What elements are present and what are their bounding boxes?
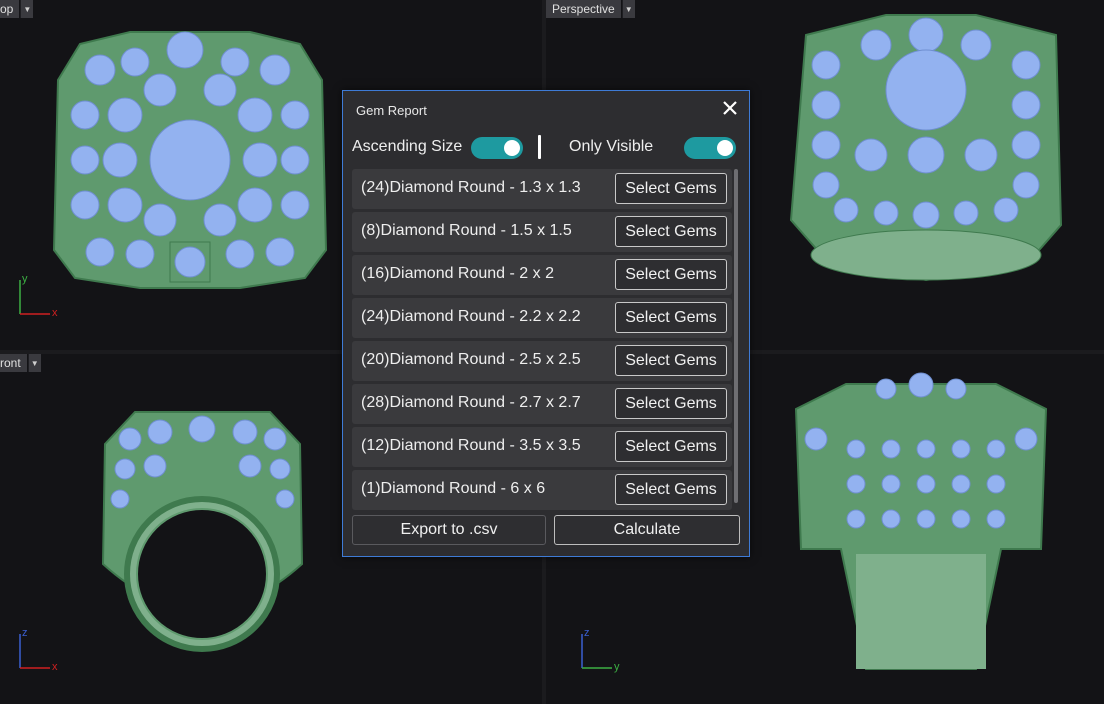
gem-row: (1)Diamond Round - 6 x 6 Select Gems (352, 470, 732, 510)
gem-label: (24)Diamond Round - 1.3 x 1.3 (361, 179, 581, 196)
viewport-title: op (0, 0, 20, 18)
only-visible-label: Only Visible (569, 138, 654, 155)
dialog-title: Gem Report (356, 103, 427, 118)
gem-label: (28)Diamond Round - 2.7 x 2.7 (361, 394, 581, 411)
select-gems-button[interactable]: Select Gems (615, 474, 727, 505)
viewport-title: ront (0, 354, 27, 372)
ring-perspective-view (789, 14, 1063, 282)
gem-row: (24)Diamond Round - 2.2 x 2.2 Select Gems (352, 298, 732, 338)
toggle-knob (504, 140, 520, 156)
gem-list[interactable]: (24)Diamond Round - 1.3 x 1.3 Select Gems… (352, 169, 733, 510)
export-csv-button[interactable]: Export to .csv (352, 515, 546, 545)
select-gems-button[interactable]: Select Gems (615, 259, 727, 290)
select-gems-button[interactable]: Select Gems (615, 431, 727, 462)
chevron-down-icon[interactable]: ▼ (27, 354, 41, 372)
axis-y-label: y (614, 661, 620, 673)
gem-row: (12)Diamond Round - 3.5 x 3.5 Select Gems (352, 427, 732, 467)
viewport-tab-top[interactable]: op ▼ (0, 0, 34, 18)
gem-report-dialog: Gem Report Ascending Size Only Visible (… (342, 90, 750, 557)
axis-z-label: z (22, 627, 28, 639)
gem-row: (20)Diamond Round - 2.5 x 2.5 Select Gems (352, 341, 732, 381)
ascending-size-label: Ascending Size (352, 138, 463, 155)
axis-y-label: y (22, 273, 28, 285)
axis-x-label: x (52, 307, 58, 319)
dialog-header[interactable]: Gem Report (343, 91, 749, 127)
viewport-tab-perspective[interactable]: Perspective ▼ (546, 0, 635, 18)
gem-label: (1)Diamond Round - 6 x 6 (361, 480, 546, 497)
gem-row: (24)Diamond Round - 1.3 x 1.3 Select Gems (352, 169, 732, 209)
gem-label: (24)Diamond Round - 2.2 x 2.2 (361, 308, 581, 325)
axis-triad: z y (581, 627, 620, 673)
axis-triad: z x (19, 627, 58, 673)
select-gems-button[interactable]: Select Gems (615, 216, 727, 247)
select-gems-button[interactable]: Select Gems (615, 388, 727, 419)
viewport-tab-front[interactable]: ront ▼ (0, 354, 41, 372)
gem-list-scrollbar[interactable] (734, 169, 738, 503)
gem-row: (16)Diamond Round - 2 x 2 Select Gems (352, 255, 732, 295)
toggle-divider (538, 135, 541, 159)
toggle-knob (717, 140, 733, 156)
only-visible-toggle[interactable] (684, 137, 736, 159)
gem-row: (8)Diamond Round - 1.5 x 1.5 Select Gems (352, 212, 732, 252)
close-icon[interactable] (721, 99, 739, 117)
ascending-size-toggle[interactable] (471, 137, 523, 159)
ring-side-view (794, 372, 1048, 670)
select-gems-button[interactable]: Select Gems (615, 345, 727, 376)
axis-x-label: x (52, 661, 58, 673)
chevron-down-icon[interactable]: ▼ (20, 0, 34, 18)
chevron-down-icon[interactable]: ▼ (621, 0, 635, 18)
select-gems-button[interactable]: Select Gems (615, 302, 727, 333)
viewport-title: Perspective (546, 0, 621, 18)
calculate-button[interactable]: Calculate (554, 515, 740, 545)
gem-label: (12)Diamond Round - 3.5 x 3.5 (361, 437, 581, 454)
gem-label: (16)Diamond Round - 2 x 2 (361, 265, 554, 282)
gem-label: (8)Diamond Round - 1.5 x 1.5 (361, 222, 572, 239)
select-gems-button[interactable]: Select Gems (615, 173, 727, 204)
ring-top-view (52, 31, 328, 289)
toggle-row: Ascending Size Only Visible (343, 133, 749, 161)
gem-row: (28)Diamond Round - 2.7 x 2.7 Select Gems (352, 384, 732, 424)
gem-label: (20)Diamond Round - 2.5 x 2.5 (361, 351, 581, 368)
ring-front-view (101, 411, 304, 652)
axis-z-label: z (584, 627, 590, 639)
axis-triad: y x (19, 273, 58, 319)
